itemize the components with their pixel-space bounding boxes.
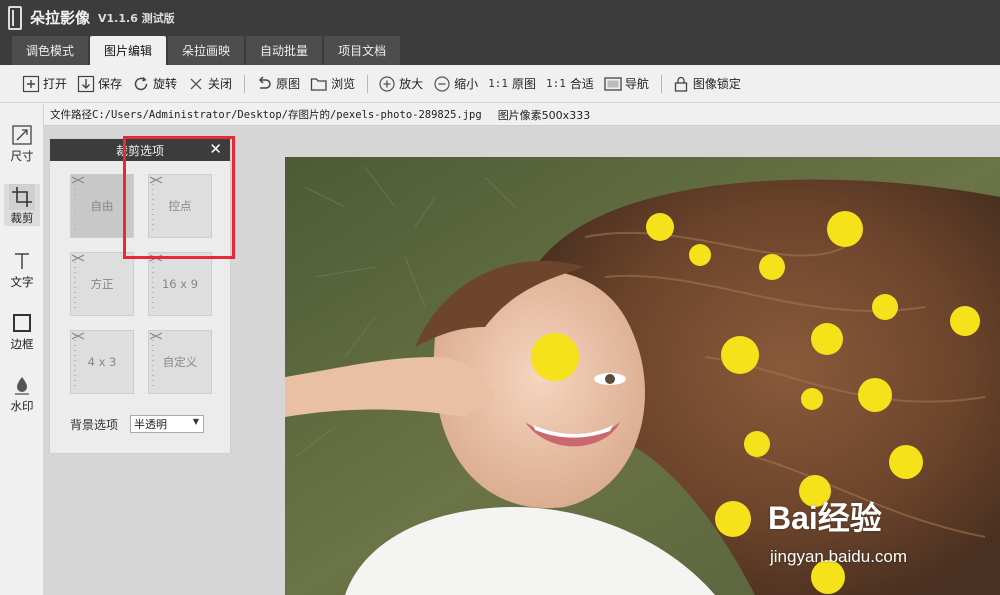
baidu-watermark: Bai经验 jingyan.baidu.com	[768, 483, 996, 591]
fit-button[interactable]: 1:1 合适	[546, 71, 594, 97]
crop-options-panel: 裁剪选项 ✕ 自由 控点 方正 16 x 9 4 x 3 自定义 背景选项 半透…	[49, 138, 231, 454]
tab-duola-slideshow[interactable]: 朵拉画映	[168, 36, 245, 65]
zoom-out-icon	[433, 75, 451, 93]
zoom-in-label: 放大	[399, 77, 424, 91]
scissors-icon	[71, 332, 85, 340]
image-lock-button[interactable]: 图像锁定	[672, 71, 741, 97]
zoom-in-icon	[378, 75, 396, 93]
tab-auto-batch[interactable]: 自动批量	[246, 36, 323, 65]
rotate-button[interactable]: 旋转	[132, 71, 177, 97]
download-icon	[77, 75, 95, 93]
file-path: 文件路径C:/Users/Administrator/Desktop/存图片的/…	[50, 109, 482, 121]
background-option-row: 背景选项 半透明 ▼	[70, 415, 205, 433]
actual-size-label: 原图	[512, 77, 537, 91]
chevron-down-icon: ▼	[192, 417, 200, 426]
crop-option-custom[interactable]: 自定义	[148, 330, 212, 394]
file-info-bar: 文件路径C:/Users/Administrator/Desktop/存图片的/…	[44, 104, 1000, 126]
app-logo-icon	[8, 5, 22, 30]
zoom-in-button[interactable]: 放大	[378, 71, 423, 97]
crop-option-4x3[interactable]: 4 x 3	[70, 330, 134, 394]
actual-size-prefix: 1:1	[488, 77, 508, 90]
browse-button[interactable]: 浏览	[310, 71, 355, 97]
lock-icon	[672, 75, 690, 93]
crop-tool-label: 裁剪	[10, 211, 34, 225]
plus-icon	[22, 75, 40, 93]
close-icon	[187, 75, 205, 93]
tab-project-docs[interactable]: 项目文档	[324, 36, 401, 65]
crop-option-label: 16 x 9	[161, 277, 199, 291]
zoom-out-label: 缩小	[454, 77, 479, 91]
image-lock-label: 图像锁定	[692, 77, 741, 91]
watermark-tool[interactable]: 水印	[4, 372, 40, 414]
main-tabs: 调色模式 图片编辑 朵拉画映 自动批量 项目文档	[0, 35, 1000, 65]
crop-option-label: 方正	[90, 277, 114, 291]
browse-label: 浏览	[331, 77, 356, 91]
background-option-label: 背景选项	[70, 417, 119, 432]
rotate-label: 旋转	[153, 77, 178, 91]
fit-prefix: 1:1	[546, 77, 566, 90]
crop-panel-close-icon[interactable]: ✕	[209, 140, 222, 158]
tab-color-mode[interactable]: 调色模式	[12, 36, 89, 65]
crop-option-label: 自由	[90, 199, 114, 213]
size-tool[interactable]: 尺寸	[4, 122, 40, 164]
watermark-tool-label: 水印	[10, 399, 34, 413]
folder-icon	[310, 75, 328, 93]
scissors-icon	[149, 176, 163, 184]
watermark-brand: Bai经验	[768, 500, 882, 536]
border-icon	[9, 310, 35, 336]
background-option-value: 半透明	[134, 418, 168, 431]
undo-icon	[255, 75, 273, 93]
watermark-site: jingyan.baidu.com	[770, 547, 908, 566]
toolbar: 打开 保存 旋转 关闭 原图 浏览 放大 缩小 1:1 原图 1:1 合适 导航…	[0, 65, 1000, 103]
open-label: 打开	[43, 77, 68, 91]
scissors-icon	[149, 332, 163, 340]
scissors-icon	[71, 176, 85, 184]
border-tool-label: 边框	[10, 337, 34, 351]
toolbar-divider	[244, 74, 246, 93]
crop-option-free[interactable]: 自由	[70, 174, 134, 238]
original-label: 原图	[276, 77, 301, 91]
image-pixels: 图片像素500x333	[497, 108, 591, 122]
fit-label: 合适	[569, 77, 594, 91]
text-tool-label: 文字	[10, 275, 34, 289]
navigator-button[interactable]: 导航	[604, 71, 649, 97]
crop-tool[interactable]: 裁剪	[4, 184, 40, 226]
zoom-out-button[interactable]: 缩小	[433, 71, 478, 97]
resize-icon	[9, 122, 35, 148]
close-label: 关闭	[208, 77, 233, 91]
rotate-icon	[132, 75, 150, 93]
open-button[interactable]: 打开	[22, 71, 67, 97]
save-label: 保存	[98, 77, 123, 91]
toolbar-divider	[367, 74, 369, 93]
drop-icon	[9, 372, 35, 398]
navigator-icon	[604, 75, 622, 93]
crop-panel-header: 裁剪选项 ✕	[50, 139, 230, 161]
app-version: V1.1.6 测试版	[98, 11, 175, 25]
crop-option-square[interactable]: 方正	[70, 252, 134, 316]
save-button[interactable]: 保存	[77, 71, 122, 97]
tab-image-edit[interactable]: 图片编辑	[90, 36, 167, 65]
text-icon	[9, 248, 35, 274]
text-tool[interactable]: 文字	[4, 248, 40, 290]
crop-panel-title: 裁剪选项	[115, 143, 164, 158]
scissors-icon	[149, 254, 163, 262]
close-button[interactable]: 关闭	[187, 71, 232, 97]
scissors-icon	[71, 254, 85, 262]
toolbar-divider	[660, 74, 662, 93]
crop-icon	[9, 184, 35, 210]
app-title: 朵拉影像	[30, 9, 91, 27]
title-bar: 朵拉影像 V1.1.6 测试版	[0, 0, 1000, 35]
crop-option-label: 自定义	[162, 355, 198, 369]
crop-option-label: 4 x 3	[87, 355, 117, 369]
size-tool-label: 尺寸	[10, 149, 34, 163]
left-toolbar: 尺寸 裁剪 文字 边框 水印	[0, 104, 44, 595]
original-button[interactable]: 原图	[255, 71, 300, 97]
crop-option-16x9[interactable]: 16 x 9	[148, 252, 212, 316]
border-tool[interactable]: 边框	[4, 310, 40, 352]
crop-option-control-point[interactable]: 控点	[148, 174, 212, 238]
actual-size-button[interactable]: 1:1 原图	[488, 71, 536, 97]
background-option-select[interactable]: 半透明 ▼	[130, 415, 205, 433]
navigator-label: 导航	[624, 77, 649, 91]
crop-option-label: 控点	[168, 199, 192, 213]
